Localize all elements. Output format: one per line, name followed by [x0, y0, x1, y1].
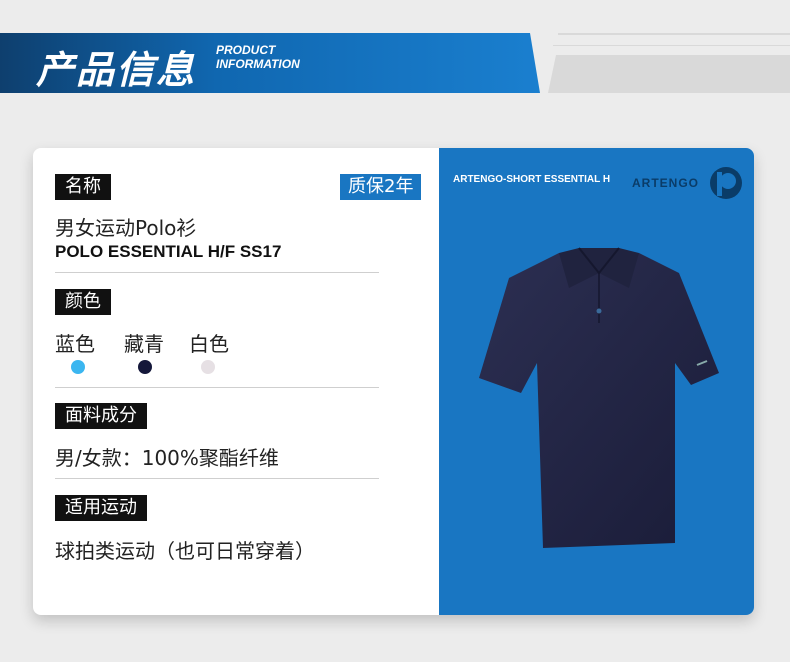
usage-tag: 适用运动	[55, 495, 147, 521]
warranty-badge: 质保2年	[340, 174, 422, 200]
decor-line	[553, 45, 790, 46]
fabric-tag: 面料成分	[55, 403, 147, 429]
usage-text: 球拍类运动（也可日常穿着）	[55, 539, 315, 563]
product-name-en: POLO ESSENTIAL H/F SS17	[55, 242, 282, 261]
product-details: 名称 质保2年 男女运动Polo衫 POLO ESSENTIAL H/F SS1…	[33, 148, 439, 615]
color-label-navy: 藏青	[124, 332, 164, 356]
polo-shirt-icon	[479, 247, 719, 548]
divider	[55, 387, 379, 388]
artengo-logo-icon	[710, 167, 742, 199]
header-banner: 产品信息 PRODUCT INFORMATION	[0, 33, 540, 93]
divider	[55, 272, 379, 273]
color-swatch-navy[interactable]	[138, 360, 152, 374]
product-card: 名称 质保2年 男女运动Polo衫 POLO ESSENTIAL H/F SS1…	[33, 148, 754, 615]
color-label-white: 白色	[189, 332, 229, 356]
color-swatch-blue[interactable]	[71, 360, 85, 374]
banner-subtitle-line1: PRODUCT	[216, 43, 276, 57]
banner-subtitle: PRODUCT INFORMATION	[216, 43, 300, 71]
color-swatch-white[interactable]	[201, 360, 215, 374]
product-image-panel: ARTENGO-SHORT ESSENTIAL H ARTENGO	[439, 148, 754, 615]
decor-line	[558, 33, 790, 35]
product-name-cn: 男女运动Polo衫	[55, 216, 197, 240]
banner-title: 产品信息	[36, 48, 197, 92]
logo-text: ARTENGO	[632, 176, 699, 190]
fabric-composition: 男/女款：100%聚酯纤维	[55, 446, 279, 470]
decor-bar	[548, 55, 790, 93]
color-tag: 颜色	[55, 289, 111, 315]
name-tag: 名称	[55, 174, 111, 200]
color-label-blue: 蓝色	[55, 332, 95, 356]
divider	[55, 478, 379, 479]
banner-subtitle-line2: INFORMATION	[216, 57, 300, 71]
brand-text: ARTENGO-SHORT ESSENTIAL H	[453, 174, 611, 185]
